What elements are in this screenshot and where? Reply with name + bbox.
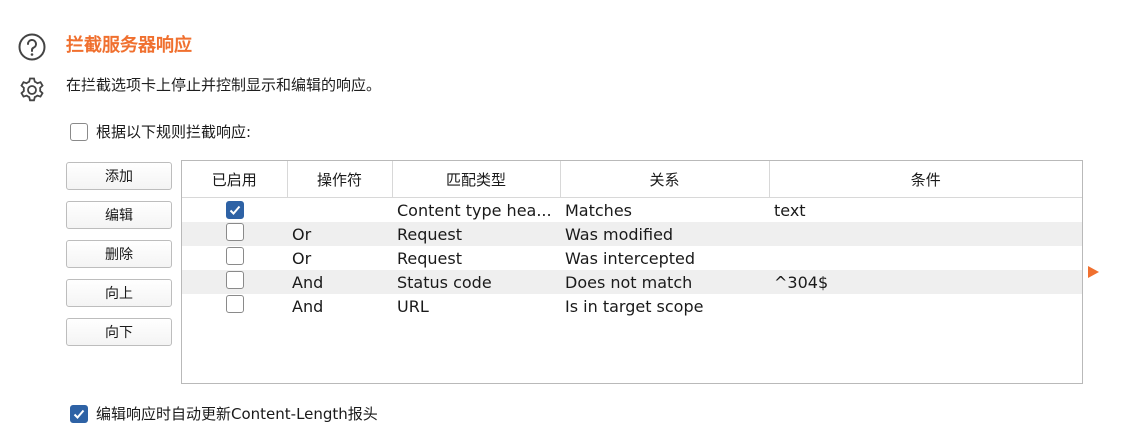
operator-cell: And xyxy=(287,270,392,294)
relationship-cell: Does not match xyxy=(560,270,769,294)
table-row[interactable]: Or Request Was intercepted xyxy=(182,246,1082,270)
remove-button[interactable]: 删除 xyxy=(66,240,172,268)
match-type-cell: Content type hea... xyxy=(397,200,552,220)
condition-cell xyxy=(769,222,1082,246)
row-enabled-checkbox[interactable] xyxy=(225,200,244,219)
condition-cell: ^304$ xyxy=(769,270,1082,294)
relationship-cell: Is in target scope xyxy=(565,296,704,316)
enabled-cell[interactable] xyxy=(182,294,287,318)
checkmark-icon xyxy=(73,409,85,419)
match-type-cell: Request xyxy=(392,222,560,246)
relationship-cell: Was modified xyxy=(560,222,769,246)
edit-button[interactable]: 编辑 xyxy=(66,201,172,229)
checkmark-icon xyxy=(229,205,240,215)
row-enabled-checkbox[interactable] xyxy=(225,271,244,289)
enabled-cell[interactable] xyxy=(182,222,287,246)
condition-cell: text xyxy=(774,200,806,220)
add-button[interactable]: 添加 xyxy=(66,162,172,190)
auto-update-label: 编辑响应时自动更新Content-Length报头 xyxy=(96,405,378,423)
move-up-button[interactable]: 向上 xyxy=(66,279,172,307)
operator-cell: Or xyxy=(292,248,312,268)
condition-cell xyxy=(769,294,1082,318)
table-row[interactable]: Or Request Was modified xyxy=(182,222,1082,246)
column-header-operator[interactable]: 操作符 xyxy=(287,161,393,198)
auto-update-checkbox[interactable] xyxy=(70,404,88,423)
row-enabled-checkbox[interactable] xyxy=(225,247,244,265)
auto-update-content-length-toggle[interactable]: 编辑响应时自动更新Content-Length报头 xyxy=(70,403,378,424)
column-header-match-type[interactable]: 匹配类型 xyxy=(392,161,561,198)
relationship-cell: Was intercepted xyxy=(565,248,696,268)
gear-icon[interactable] xyxy=(17,75,47,105)
enabled-cell[interactable] xyxy=(182,246,287,270)
intercept-rules-label: 根据以下规则拦截响应: xyxy=(96,123,252,141)
intercept-rules-checkbox[interactable] xyxy=(70,122,88,141)
enabled-cell[interactable] xyxy=(182,198,287,223)
relationship-cell: Matches xyxy=(565,200,632,220)
expand-arrow-icon[interactable] xyxy=(1088,266,1099,278)
table-row[interactable]: And Status code Does not match ^304$ xyxy=(182,270,1082,294)
table-row[interactable]: And URL Is in target scope xyxy=(182,294,1082,318)
table-header-row: 已启用 操作符 匹配类型 关系 条件 xyxy=(182,161,1082,198)
row-enabled-checkbox[interactable] xyxy=(225,295,244,313)
help-icon[interactable] xyxy=(17,32,47,62)
table-row[interactable]: Content type hea... Matches text xyxy=(182,198,1082,223)
section-title: 拦截服务器响应 xyxy=(66,35,192,56)
operator-cell: And xyxy=(292,296,324,316)
column-header-enabled[interactable]: 已启用 xyxy=(182,161,288,198)
enabled-cell[interactable] xyxy=(182,270,287,294)
section-description: 在拦截选项卡上停止并控制显示和编辑的响应。 xyxy=(66,76,382,94)
column-header-relationship[interactable]: 关系 xyxy=(560,161,770,198)
match-type-cell: Status code xyxy=(392,270,560,294)
match-type-cell: URL xyxy=(397,296,429,316)
operator-cell: Or xyxy=(287,222,392,246)
row-enabled-checkbox[interactable] xyxy=(225,223,244,241)
move-down-button[interactable]: 向下 xyxy=(66,318,172,346)
match-type-cell: Request xyxy=(397,248,462,268)
condition-cell xyxy=(769,246,1082,270)
rules-table: 已启用 操作符 匹配类型 关系 条件 Content type hea... M… xyxy=(181,160,1083,384)
intercept-rules-toggle[interactable]: 根据以下规则拦截响应: xyxy=(70,121,251,142)
column-header-condition[interactable]: 条件 xyxy=(769,161,1082,198)
operator-cell xyxy=(287,198,392,223)
